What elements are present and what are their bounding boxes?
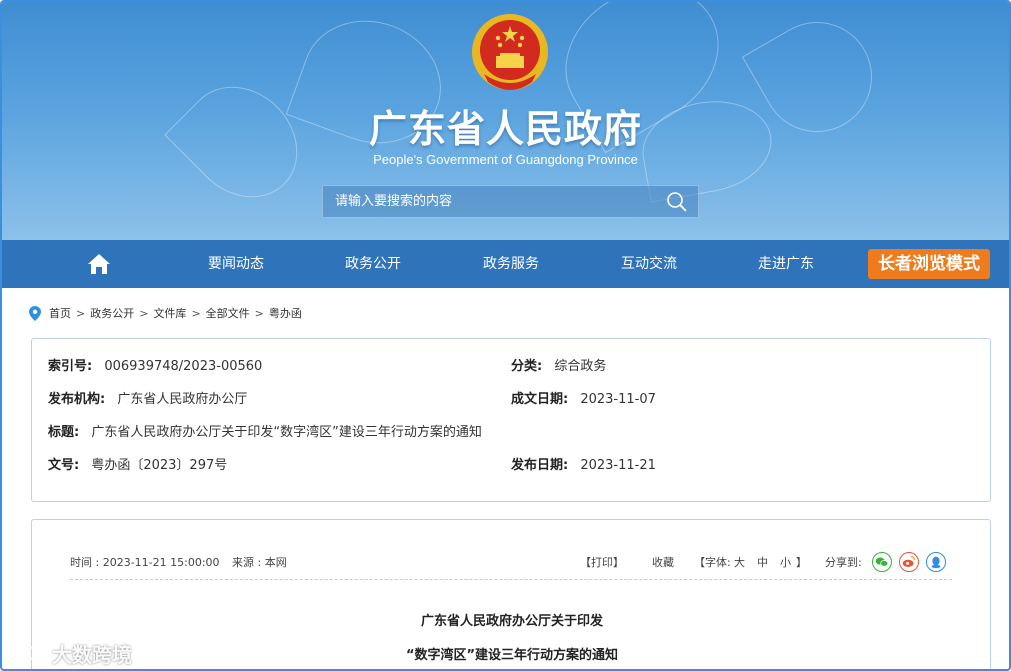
elder-mode-button[interactable]: 长者浏览模式 bbox=[868, 249, 990, 279]
font-small-button[interactable]: 小 bbox=[780, 554, 791, 570]
meta-doc-number: 文号: 粤办函〔2023〕297号 bbox=[48, 454, 227, 473]
meta-index: 索引号: 006939748/2023-00560 bbox=[48, 355, 262, 374]
meta-published-date-label: 发布日期: bbox=[511, 458, 569, 473]
breadcrumb-separator: > bbox=[254, 306, 264, 320]
meta-title-value: 广东省人民政府办公厅关于印发“数字湾区”建设三年行动方案的通知 bbox=[91, 425, 482, 440]
breadcrumb-separator: > bbox=[76, 306, 86, 320]
meta-category-label: 分类: bbox=[511, 359, 543, 374]
font-large-button[interactable]: 大 bbox=[734, 554, 745, 570]
national-emblem-icon bbox=[472, 14, 548, 90]
print-button[interactable]: 【打印】 bbox=[580, 554, 624, 570]
page-frame: 广东省人民政府 People's Government of Guangdong… bbox=[0, 0, 1011, 671]
meta-written-date-value: 2023-11-07 bbox=[580, 392, 656, 407]
breadcrumb: 首页 > 政务公开 > 文件库 > 全部文件 > 粤办函 bbox=[29, 304, 302, 322]
site-subtitle: People's Government of Guangdong Provinc… bbox=[373, 152, 638, 167]
toolbar-divider bbox=[70, 579, 952, 580]
nav-item-interaction[interactable]: 互动交流 bbox=[621, 240, 677, 288]
breadcrumb-current[interactable]: 粤办函 bbox=[269, 305, 302, 321]
breadcrumb-all-files[interactable]: 全部文件 bbox=[206, 305, 250, 321]
article-toolbar: 时间 : 2023-11-21 15:00:00 来源 : 本网 【打印】 收藏… bbox=[70, 552, 952, 574]
watermark-logo-icon bbox=[11, 644, 47, 662]
breadcrumb-separator: > bbox=[191, 306, 201, 320]
article-title-line1: 广东省人民政府办公厅关于印发 bbox=[420, 614, 603, 629]
favorite-button[interactable]: 收藏 bbox=[652, 554, 674, 570]
meta-category-value: 综合政务 bbox=[554, 359, 607, 374]
meta-issuer-label: 发布机构: bbox=[48, 392, 106, 407]
header-banner: 广东省人民政府 People's Government of Guangdong… bbox=[2, 2, 1009, 240]
share-label: 分享到: bbox=[825, 556, 862, 569]
meta-published-date: 发布日期: 2023-11-21 bbox=[511, 454, 656, 473]
meta-doc-number-label: 文号: bbox=[48, 458, 80, 473]
meta-index-value: 006939748/2023-00560 bbox=[104, 359, 263, 374]
breadcrumb-gov-affairs[interactable]: 政务公开 bbox=[90, 305, 134, 321]
meta-written-date-label: 成文日期: bbox=[511, 392, 569, 407]
watermark: 大数跨境 bbox=[10, 638, 132, 668]
wechat-share-icon[interactable] bbox=[872, 552, 892, 572]
search-icon[interactable] bbox=[666, 191, 688, 213]
main-nav: 要闻动态 政务公开 政务服务 互动交流 走进广东 长者浏览模式 bbox=[2, 240, 1009, 288]
weibo-share-icon[interactable] bbox=[899, 552, 919, 572]
meta-title-label: 标题: bbox=[48, 425, 80, 440]
breadcrumb-file-library[interactable]: 文件库 bbox=[153, 305, 186, 321]
article-title-line2: “数字湾区”建设三年行动方案的通知 bbox=[405, 648, 619, 663]
nav-item-news[interactable]: 要闻动态 bbox=[208, 240, 264, 288]
meta-title: 标题: 广东省人民政府办公厅关于印发“数字湾区”建设三年行动方案的通知 bbox=[48, 421, 482, 440]
meta-published-date-value: 2023-11-21 bbox=[580, 458, 656, 473]
breadcrumb-separator: > bbox=[139, 306, 149, 320]
article-panel: 时间 : 2023-11-21 15:00:00 来源 : 本网 【打印】 收藏… bbox=[31, 519, 991, 669]
meta-issuer: 发布机构: 广东省人民政府办公厅 bbox=[48, 388, 247, 407]
meta-index-label: 索引号: bbox=[48, 359, 93, 374]
meta-written-date: 成文日期: 2023-11-07 bbox=[511, 388, 656, 407]
article-time: 时间 : 2023-11-21 15:00:00 bbox=[70, 556, 220, 569]
site-title: 广东省人民政府 bbox=[368, 107, 642, 151]
breadcrumb-home[interactable]: 首页 bbox=[49, 305, 71, 321]
search-box bbox=[322, 185, 699, 218]
font-size-label: 【字体: bbox=[694, 556, 731, 569]
font-medium-button[interactable]: 中 bbox=[757, 554, 768, 570]
watermark-text: 大数跨境 bbox=[52, 642, 132, 667]
nav-item-about-guangdong[interactable]: 走进广东 bbox=[758, 240, 814, 288]
font-size-bracket: 】 bbox=[796, 556, 807, 569]
meta-category: 分类: 综合政务 bbox=[511, 355, 606, 374]
article-source: 来源 : 本网 bbox=[232, 556, 287, 569]
qq-share-icon[interactable] bbox=[926, 552, 946, 572]
search-input[interactable] bbox=[323, 186, 653, 217]
nav-item-gov-affairs[interactable]: 政务公开 bbox=[345, 240, 401, 288]
nav-item-gov-services[interactable]: 政务服务 bbox=[483, 240, 539, 288]
location-pin-icon bbox=[29, 305, 41, 321]
home-icon[interactable] bbox=[86, 252, 112, 276]
meta-doc-number-value: 粤办函〔2023〕297号 bbox=[91, 458, 228, 473]
document-meta-box: 索引号: 006939748/2023-00560 分类: 综合政务 发布机构:… bbox=[31, 338, 991, 502]
meta-issuer-value: 广东省人民政府办公厅 bbox=[117, 392, 248, 407]
